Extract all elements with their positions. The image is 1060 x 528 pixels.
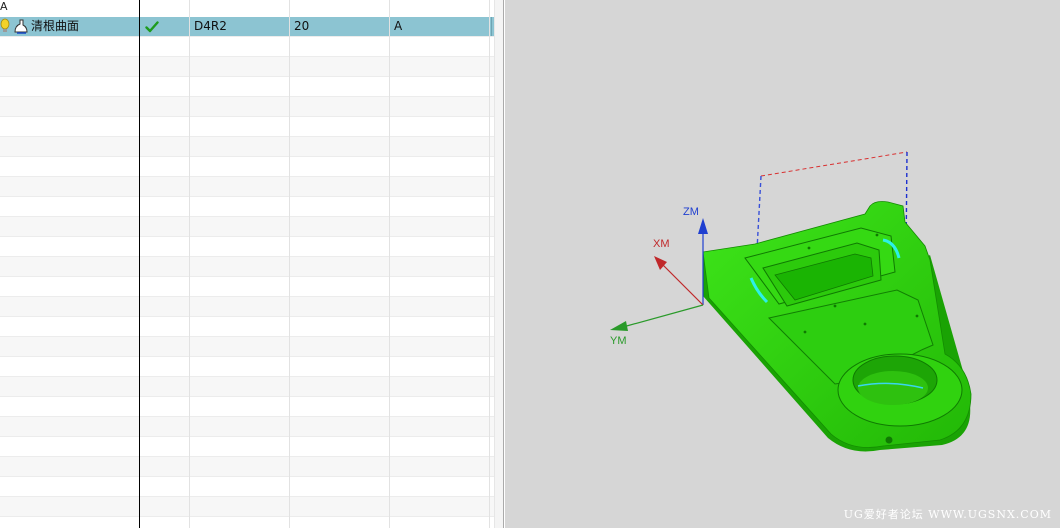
navigator-scrollbar[interactable]: [494, 0, 504, 528]
operation-row-empty[interactable]: [0, 77, 494, 97]
operation-row-empty[interactable]: [0, 497, 494, 517]
wcs-axes: [610, 218, 708, 331]
check-icon: [145, 21, 159, 33]
operation-row-empty[interactable]: [0, 117, 494, 137]
operation-row-empty[interactable]: [0, 317, 494, 337]
operation-name: 清根曲面: [31, 19, 80, 33]
lightbulb-icon: [0, 18, 10, 32]
column-separator: [189, 0, 190, 528]
operation-row-empty[interactable]: [0, 257, 494, 277]
operation-row-empty[interactable]: [0, 297, 494, 317]
column-5-cell: A: [394, 19, 403, 33]
operation-row-selected[interactable]: 清根曲面 D4R2 20 A: [0, 17, 494, 37]
contour-operation-icon: [14, 19, 28, 34]
operation-row-empty[interactable]: [0, 337, 494, 357]
operation-row-empty[interactable]: [0, 457, 494, 477]
operation-row-empty[interactable]: [0, 217, 494, 237]
operation-row-empty[interactable]: [0, 477, 494, 497]
operation-row-empty[interactable]: [0, 197, 494, 217]
navigator-header-text: A: [0, 0, 8, 13]
forum-watermark: UG爱好者论坛 WWW.UGSNX.COM: [843, 508, 1052, 521]
column-4-cell: 20: [294, 19, 310, 33]
column-separator: [389, 0, 390, 528]
operation-navigator: A 清根曲面 D4R2 20 A: [0, 0, 494, 528]
operation-row-empty[interactable]: [0, 237, 494, 257]
column-separator: [489, 0, 490, 528]
operation-row-empty[interactable]: [0, 137, 494, 157]
operation-row-empty[interactable]: [0, 177, 494, 197]
operation-row-empty[interactable]: [0, 357, 494, 377]
operation-row-empty[interactable]: [0, 397, 494, 417]
name-column-divider: [139, 0, 140, 528]
operation-row-empty[interactable]: [0, 157, 494, 177]
part-model[interactable]: [505, 0, 1060, 528]
xm-axis-label: XM: [653, 238, 670, 250]
column-separator: [289, 0, 290, 528]
operation-row-empty[interactable]: [0, 57, 494, 77]
ym-axis-label: YM: [610, 335, 627, 347]
operation-row-empty[interactable]: [0, 437, 494, 457]
operation-row-empty[interactable]: [0, 377, 494, 397]
operation-row-empty[interactable]: [0, 37, 494, 57]
zm-axis-label: ZM: [683, 206, 699, 218]
machined-part: [702, 201, 972, 452]
operation-row-empty[interactable]: [0, 417, 494, 437]
graphics-window[interactable]: ZM XM YM UG爱好者论坛 WWW.UGSNX.COM: [505, 0, 1060, 528]
tool-cell: D4R2: [194, 19, 227, 33]
operation-row-empty[interactable]: [0, 97, 494, 117]
operation-row-empty[interactable]: [0, 277, 494, 297]
operation-list: 清根曲面 D4R2 20 A: [0, 17, 494, 517]
